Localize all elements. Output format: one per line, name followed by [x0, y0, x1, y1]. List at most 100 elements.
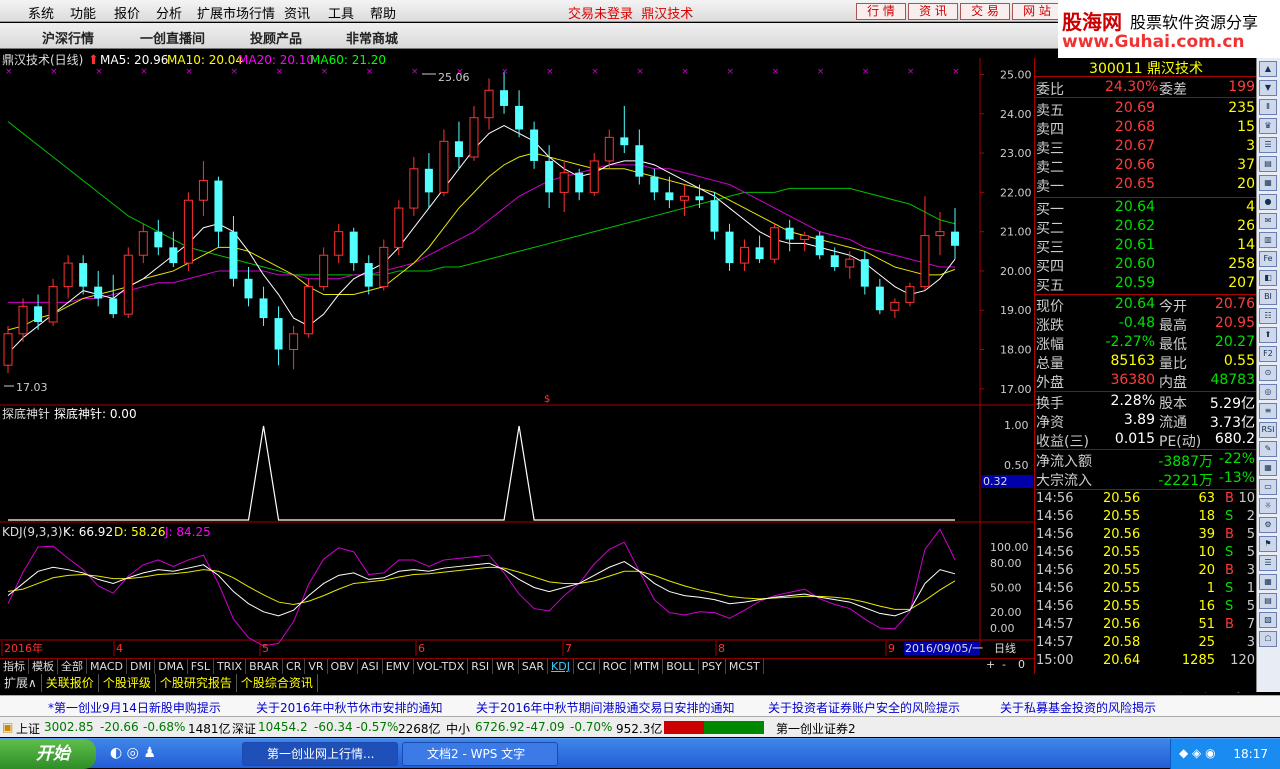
period-label[interactable]: 日线: [994, 641, 1016, 655]
side-tool-icon[interactable]: ⚙: [1259, 517, 1277, 533]
extension-tab[interactable]: 个股评级: [99, 674, 156, 692]
toolbar-mall[interactable]: 非常商城: [346, 28, 398, 47]
side-tool-icon[interactable]: ◧: [1259, 270, 1277, 286]
side-tool-icon[interactable]: F2: [1259, 346, 1277, 362]
bid-row[interactable]: 买一 20.64 4: [1035, 199, 1257, 218]
extension-tab[interactable]: 个股综合资讯: [237, 674, 318, 692]
ask-row[interactable]: 卖五 20.69 235: [1035, 100, 1257, 119]
side-tool-icon[interactable]: ≡: [1259, 403, 1277, 419]
ask-row[interactable]: 卖一 20.65 20: [1035, 176, 1257, 195]
quick-launch-icons[interactable]: ◐ ◎ ♟: [110, 745, 156, 761]
menu-analysis[interactable]: 分析: [156, 3, 182, 22]
zoom-out-button[interactable]: -: [1002, 658, 1006, 671]
ask-row[interactable]: 卖四 20.68 15: [1035, 119, 1257, 138]
side-tool-icon[interactable]: ▥: [1259, 232, 1277, 248]
side-tool-icon[interactable]: ♛: [1259, 118, 1277, 134]
indicator-tab-cr[interactable]: CR: [283, 659, 306, 674]
side-tool-icon[interactable]: Fe: [1259, 251, 1277, 267]
bid-row[interactable]: 买四 20.60 258: [1035, 256, 1257, 275]
nav-news-button[interactable]: 资 讯: [908, 3, 958, 20]
menu-news[interactable]: 资讯: [284, 3, 310, 22]
toolbar-live-room[interactable]: 一创直播间: [140, 28, 205, 47]
side-tool-icon[interactable]: ▲: [1259, 61, 1277, 77]
news-item[interactable]: 关于2016年中秋节休市安排的通知: [256, 699, 443, 716]
side-tool-icon[interactable]: Ⅱ: [1259, 99, 1277, 115]
indicator-tab-emv[interactable]: EMV: [383, 659, 414, 674]
side-tool-icon[interactable]: ☷: [1259, 308, 1277, 324]
nav-trade-button[interactable]: 交 易: [960, 3, 1010, 20]
indicator-tab-cci[interactable]: CCI: [574, 659, 600, 674]
menu-system[interactable]: 系统: [28, 3, 54, 22]
side-tool-icon[interactable]: RSI: [1259, 422, 1277, 438]
indicator-tab-fsl[interactable]: FSL: [188, 659, 214, 674]
indicator-tab-dmi[interactable]: DMI: [127, 659, 156, 674]
side-tool-icon[interactable]: ●: [1259, 194, 1277, 210]
news-item[interactable]: 关于2016年中秋节期间港股通交易日安排的通知: [476, 699, 735, 716]
toolbar-shsz-quotes[interactable]: 沪深行情: [42, 28, 94, 47]
task-wps[interactable]: 文档2 - WPS 文字: [402, 742, 558, 766]
side-tool-icon[interactable]: ▤: [1259, 156, 1277, 172]
indicator-tab-macd[interactable]: MACD: [87, 659, 127, 674]
side-tool-icon[interactable]: ▭: [1259, 479, 1277, 495]
ask-row[interactable]: 卖三 20.67 3: [1035, 138, 1257, 157]
indicator-tab-asi[interactable]: ASI: [358, 659, 383, 674]
menu-tools[interactable]: 工具: [328, 3, 354, 22]
indicator-tab-指标[interactable]: 指标: [0, 659, 29, 674]
news-item[interactable]: *第一创业9月14日新股申购提示: [48, 699, 221, 716]
reset-button[interactable]: 0: [1018, 658, 1025, 671]
bid-row[interactable]: 买二 20.62 26: [1035, 218, 1257, 237]
kline-chart[interactable]: 鼎汉技术(日线) ⬆ MA5: 20.96 MA10: 20.04 MA20: …: [0, 50, 1034, 658]
menu-function[interactable]: 功能: [70, 3, 96, 22]
indicator-tab-dma[interactable]: DMA: [155, 659, 188, 674]
toolbar-advisory-products[interactable]: 投顾产品: [250, 28, 302, 47]
indicator-tab-brar[interactable]: BRAR: [246, 659, 284, 674]
nav-quote-button[interactable]: 行 情: [856, 3, 906, 20]
menu-quote[interactable]: 报价: [114, 3, 140, 22]
side-tool-icon[interactable]: ⬆: [1259, 327, 1277, 343]
ask-row[interactable]: 卖二 20.66 37: [1035, 157, 1257, 176]
indicator-tab-roc[interactable]: ROC: [600, 659, 631, 674]
side-tool-icon[interactable]: ☰: [1259, 555, 1277, 571]
indicator-tab-sar[interactable]: SAR: [519, 659, 549, 674]
menu-extended-market[interactable]: 扩展市场行情: [197, 3, 275, 22]
nav-website-button[interactable]: 网 站: [1012, 3, 1062, 20]
extension-tab[interactable]: 扩展∧: [0, 674, 42, 692]
side-tool-icon[interactable]: ☼: [1259, 498, 1277, 514]
extension-tab[interactable]: 个股研究报告: [156, 674, 237, 692]
indicator-tab-psy[interactable]: PSY: [699, 659, 726, 674]
side-tool-icon[interactable]: ▦: [1259, 574, 1277, 590]
zoom-in-button[interactable]: +: [986, 658, 995, 671]
side-tool-icon[interactable]: BI: [1259, 289, 1277, 305]
side-tool-icon[interactable]: ◎: [1259, 384, 1277, 400]
side-tool-icon[interactable]: ✎: [1259, 441, 1277, 457]
indicator-tab-mtm[interactable]: MTM: [631, 659, 664, 674]
indicator-tab-全部[interactable]: 全部: [58, 659, 87, 674]
news-item[interactable]: 关于投资者证券账户安全的风险提示: [768, 699, 960, 716]
side-tool-icon[interactable]: ✉: [1259, 213, 1277, 229]
side-tool-icon[interactable]: ☖: [1259, 631, 1277, 647]
indicator-tab-vr[interactable]: VR: [305, 659, 328, 674]
indicator-tab-模板[interactable]: 模板: [29, 659, 58, 674]
side-tool-icon[interactable]: ▦: [1259, 175, 1277, 191]
indicator-tab-wr[interactable]: WR: [493, 659, 519, 674]
tray-icons[interactable]: ◆ ◈ ◉: [1179, 746, 1216, 760]
indicator-tab-obv[interactable]: OBV: [328, 659, 358, 674]
indicator-tab-rsi[interactable]: RSI: [468, 659, 494, 674]
chart-area[interactable]: 鼎汉技术(日线) ⬆ MA5: 20.96 MA10: 20.04 MA20: …: [0, 50, 1034, 662]
indicator-tab-mcst[interactable]: MCST: [726, 659, 764, 674]
indicator-tab-kdj[interactable]: KDJ: [548, 659, 574, 674]
indicator-tab-boll[interactable]: BOLL: [663, 659, 699, 674]
side-tool-icon[interactable]: ▼: [1259, 80, 1277, 96]
indicator-tab-trix[interactable]: TRIX: [214, 659, 247, 674]
side-tool-icon[interactable]: ▧: [1259, 612, 1277, 628]
side-tool-icon[interactable]: ☰: [1259, 137, 1277, 153]
side-tool-icon[interactable]: ⚑: [1259, 536, 1277, 552]
task-stock-app[interactable]: 第一创业网上行情...: [242, 742, 398, 766]
side-tool-icon[interactable]: ▦: [1259, 460, 1277, 476]
start-button[interactable]: 开始: [0, 739, 96, 769]
extension-tab[interactable]: 关联报价: [42, 674, 99, 692]
bid-row[interactable]: 买三 20.61 14: [1035, 237, 1257, 256]
indicator-tab-vol-tdx[interactable]: VOL-TDX: [414, 659, 469, 674]
news-item[interactable]: 关于私募基金投资的风险揭示: [1000, 699, 1156, 716]
side-tool-icon[interactable]: ⊙: [1259, 365, 1277, 381]
